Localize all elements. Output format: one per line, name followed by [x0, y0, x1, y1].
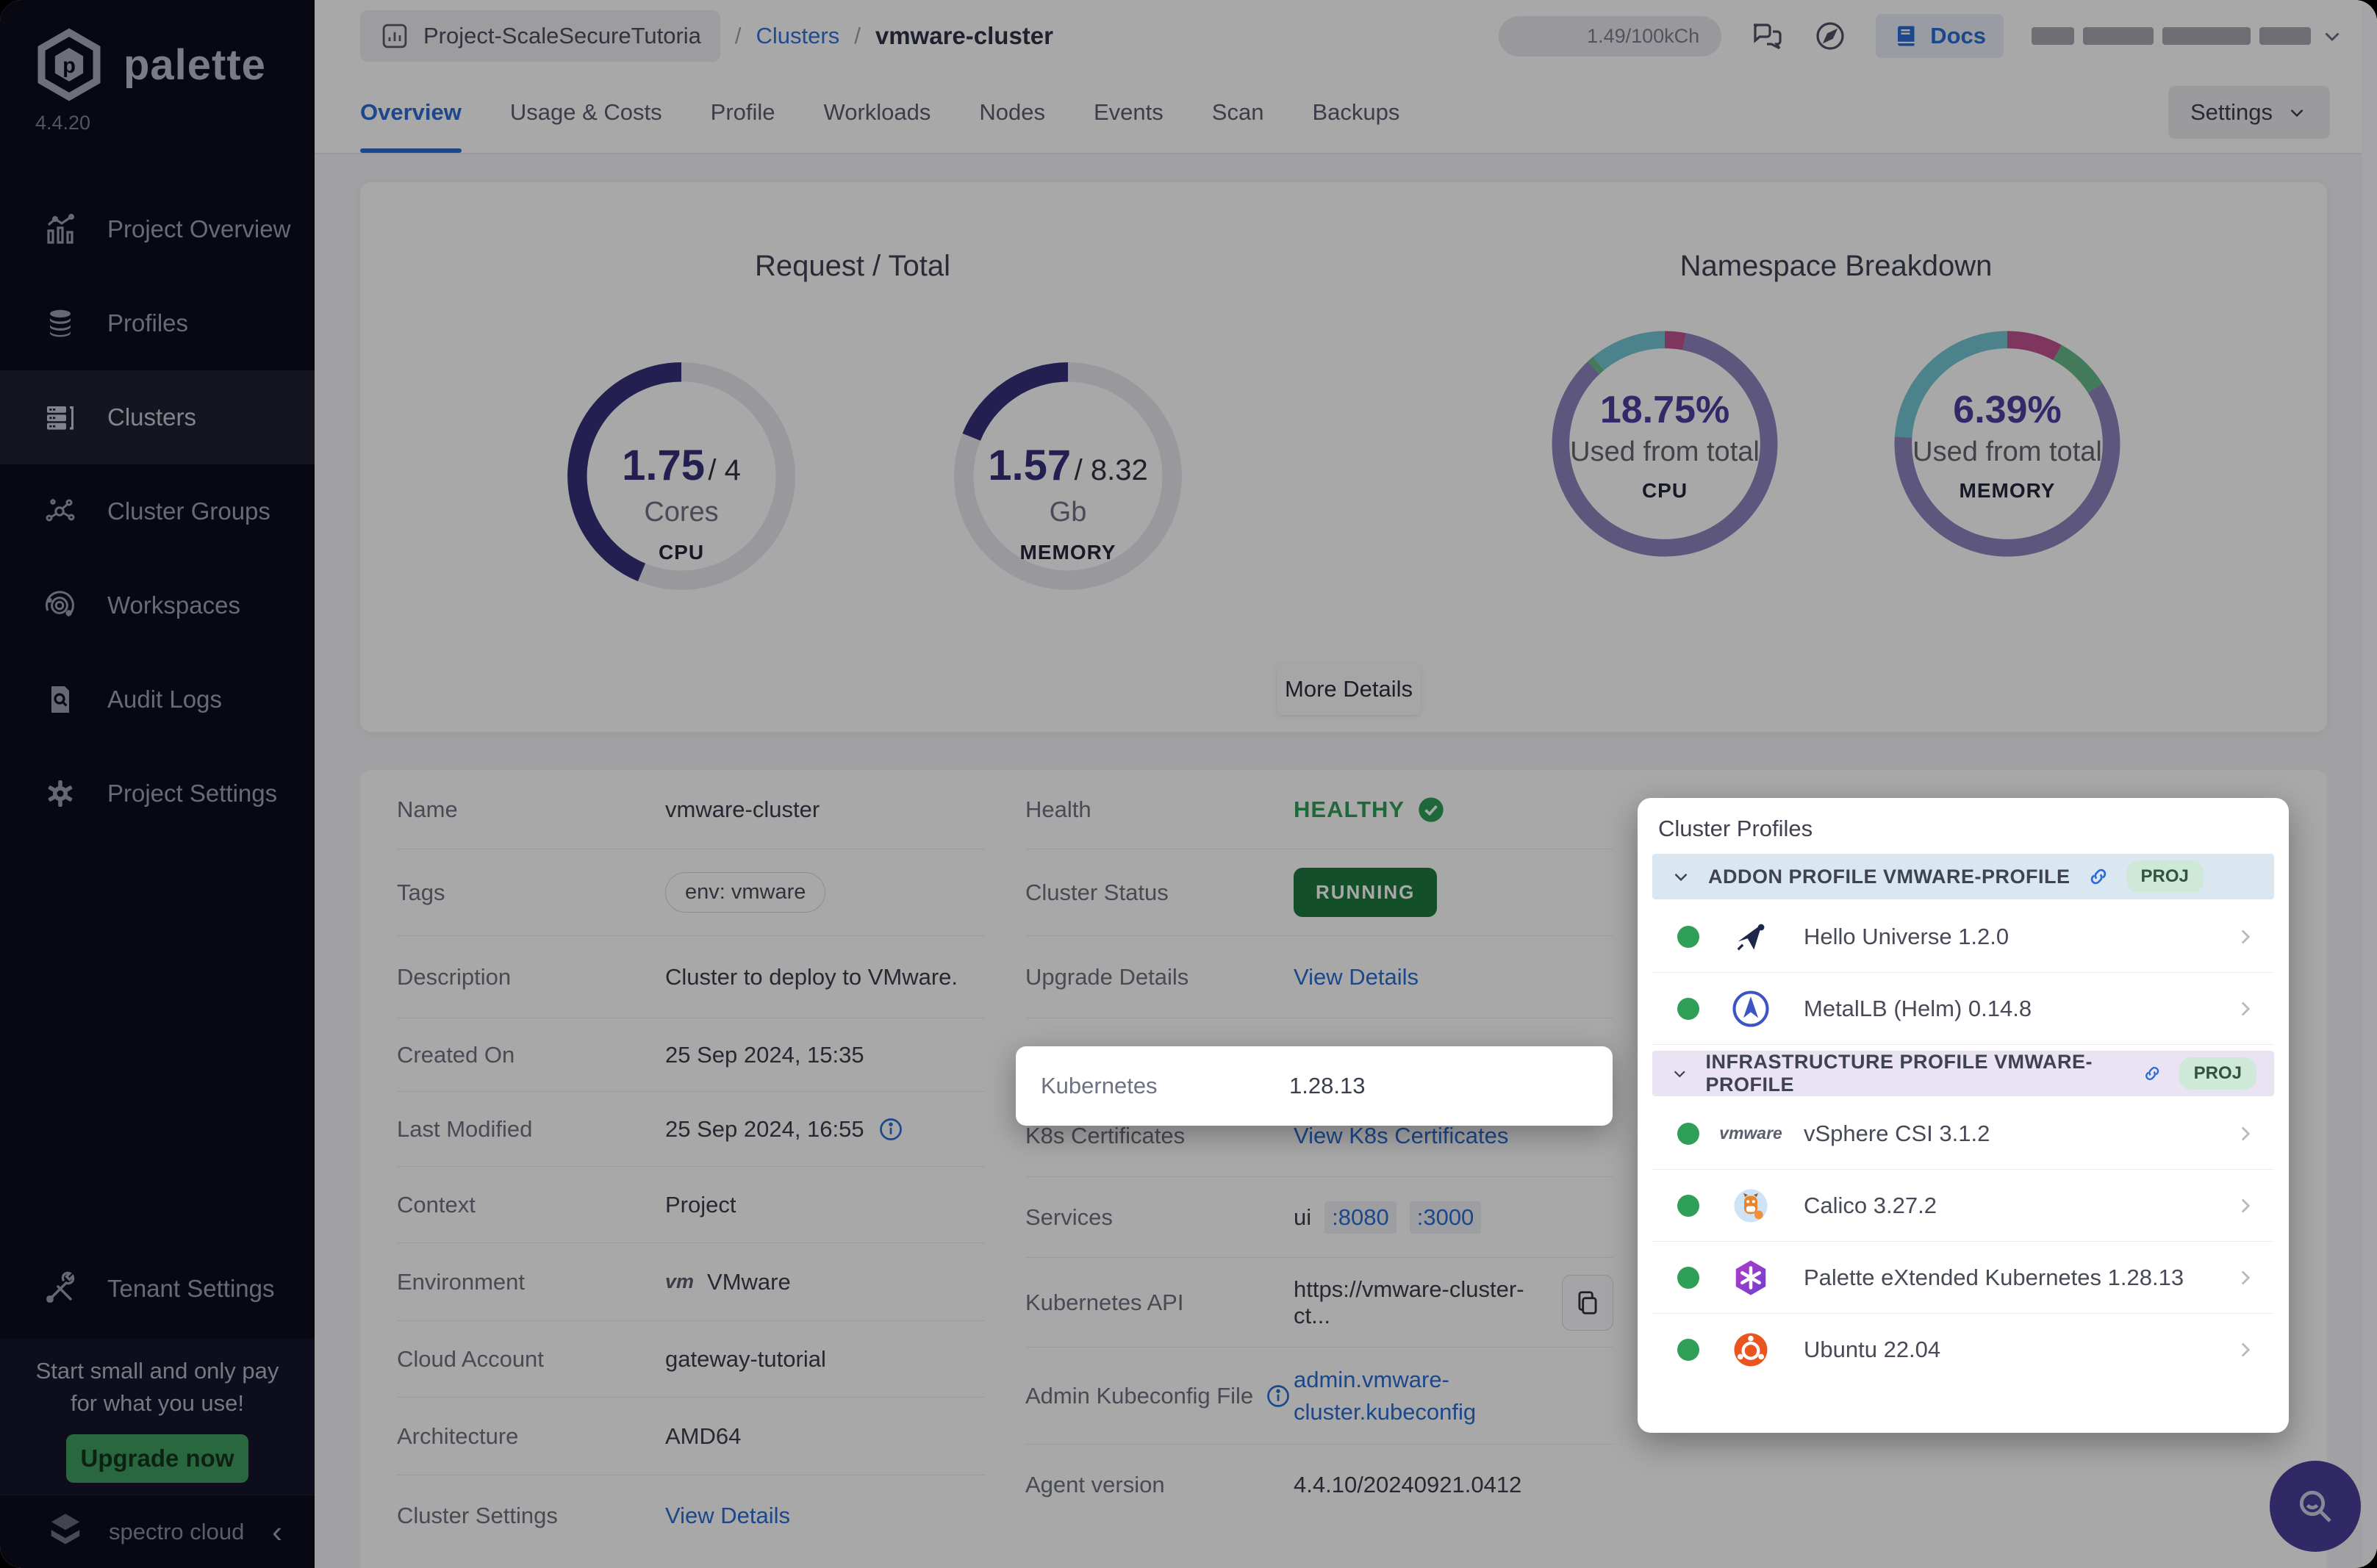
profile-layer-hello-universe[interactable]: Hello Universe 1.2.0	[1652, 901, 2274, 973]
profile-layer-calico[interactable]: Calico 3.27.2	[1652, 1170, 2274, 1242]
addon-profile-header[interactable]: ADDON PROFILE VMWARE-PROFILE PROJ	[1652, 854, 2274, 899]
status-dot	[1677, 1339, 1699, 1361]
status-dot	[1677, 925, 1699, 948]
status-dot	[1677, 1122, 1699, 1145]
profile-layer-ubuntu[interactable]: Ubuntu 22.04	[1652, 1314, 2274, 1386]
status-dot	[1677, 997, 1699, 1020]
kubernetes-version-spotlight-row: Kubernetes 1.28.13	[1016, 1046, 1613, 1126]
calico-icon	[1734, 1189, 1768, 1222]
chevron-right-icon	[2241, 1126, 2251, 1141]
chevron-right-icon	[2241, 1270, 2251, 1285]
chevron-down-icon	[1674, 1071, 1685, 1078]
link-icon	[2090, 868, 2106, 885]
profile-layer-name: vSphere CSI 3.1.2	[1804, 1120, 1990, 1146]
scope-badge: PROJ	[2126, 860, 2204, 893]
cluster-profiles-title: Cluster Profiles	[1658, 816, 1813, 841]
chevron-right-icon	[2241, 929, 2251, 944]
chevron-right-icon	[2241, 1342, 2251, 1357]
field-label: Kubernetes	[1041, 1073, 1158, 1098]
app-window: p palette 4.4.20 Project Overview Profil…	[0, 0, 2377, 1568]
profile-layer-vsphere-csi[interactable]: vmware vSphere CSI 3.1.2	[1652, 1098, 2274, 1170]
profile-layer-metallb[interactable]: MetalLB (Helm) 0.14.8	[1652, 973, 2274, 1045]
chevron-down-icon	[1674, 873, 1688, 882]
kubernetes-version-value: 1.28.13	[1289, 1073, 1366, 1098]
palette-xk-icon	[1735, 1259, 1766, 1295]
addon-profile-name: ADDON PROFILE VMWARE-PROFILE	[1708, 865, 2071, 888]
profile-layer-name: Hello Universe 1.2.0	[1804, 923, 2009, 949]
scope-badge: PROJ	[2179, 1057, 2256, 1090]
cluster-profiles-panel: Cluster Profiles ADDON PROFILE VMWARE-PR…	[1638, 798, 2289, 1433]
profile-layer-name: Calico 3.27.2	[1804, 1192, 1937, 1218]
chevron-right-icon	[2241, 1198, 2251, 1213]
status-dot	[1677, 1266, 1699, 1289]
vmware-icon: vmware	[1719, 1123, 1782, 1143]
chevron-right-icon	[2241, 1001, 2251, 1016]
metallb-icon	[1732, 990, 1769, 1027]
status-dot	[1677, 1194, 1699, 1217]
profile-layer-name: MetalLB (Helm) 0.14.8	[1804, 995, 2032, 1021]
hello-universe-icon	[1737, 924, 1765, 950]
infrastructure-profile-name: INFRASTRUCTURE PROFILE VMWARE-PROFILE	[1705, 1051, 2093, 1096]
profile-layer-name: Palette eXtended Kubernetes 1.28.13	[1804, 1264, 2184, 1290]
profile-layer-name: Ubuntu 22.04	[1804, 1337, 1941, 1362]
ubuntu-icon	[1734, 1333, 1768, 1367]
link-icon	[2145, 1066, 2159, 1081]
profile-layer-palette-extended-kubernetes[interactable]: Palette eXtended Kubernetes 1.28.13	[1652, 1242, 2274, 1314]
infrastructure-profile-header[interactable]: INFRASTRUCTURE PROFILE VMWARE-PROFILE PR…	[1652, 1051, 2274, 1096]
